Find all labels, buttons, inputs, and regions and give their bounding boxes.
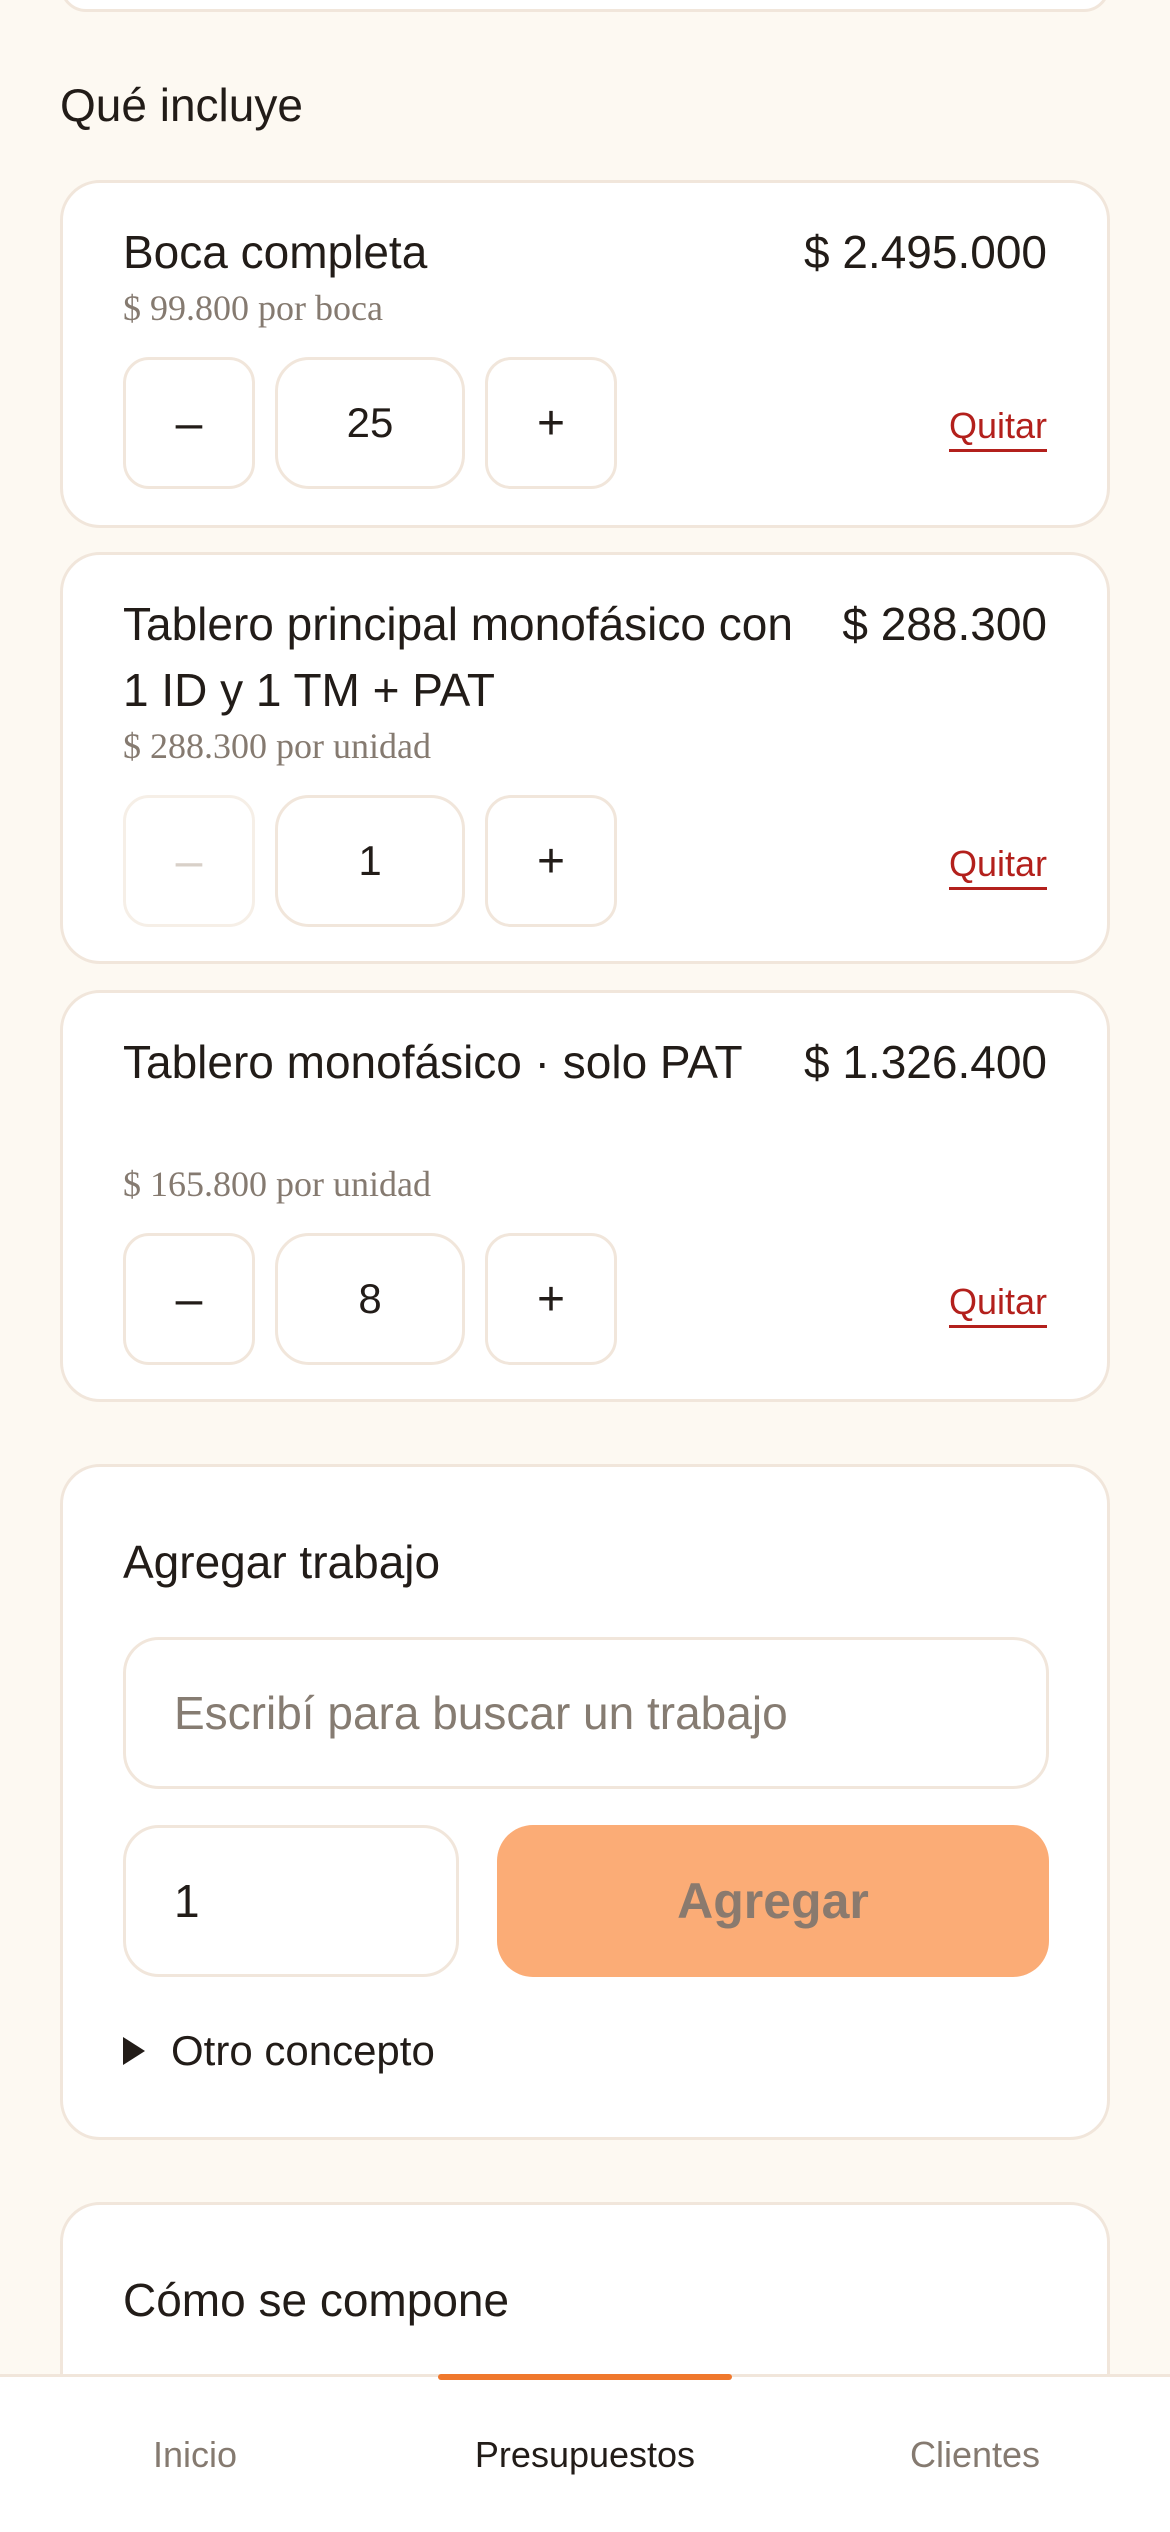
nav-tab-label: Presupuestos	[474, 2433, 696, 2475]
other-concept-label: Otro concepto	[171, 2027, 435, 2074]
active-tab-indicator	[438, 2374, 732, 2380]
remove-item-link[interactable]: Quitar	[948, 405, 1047, 452]
add-quantity-input[interactable]	[123, 1825, 459, 1977]
quantity-value[interactable]: 8	[275, 1233, 465, 1365]
decrement-button[interactable]: –	[123, 1233, 255, 1365]
nav-tab-presupuestos[interactable]: Presupuestos	[390, 2374, 780, 2532]
item-name: Tablero principal monofásico con 1 ID y …	[123, 598, 793, 716]
add-button[interactable]: Agregar	[497, 1825, 1049, 1977]
item-unit-price: $ 99.800 por boca	[123, 288, 383, 328]
item-name: Boca completa	[123, 226, 428, 278]
nav-tab-label: Inicio	[152, 2433, 238, 2475]
composition-title: Cómo se compone	[123, 2274, 510, 2326]
increment-button[interactable]: +	[485, 795, 617, 927]
item-card-tablero-solo-pat: Tablero monofásico · solo PAT $ 1.326.40…	[60, 990, 1110, 1402]
item-total: $ 288.300	[842, 598, 1047, 650]
item-unit-price: $ 165.800 por unidad	[123, 1164, 431, 1204]
increment-button[interactable]: +	[485, 357, 617, 489]
previous-card	[60, 0, 1110, 12]
add-job-card: Agregar trabajo Agregar Otro concepto	[60, 1464, 1110, 2140]
decrement-button[interactable]: –	[123, 357, 255, 489]
item-total: $ 1.326.400	[803, 1036, 1047, 1088]
item-total: $ 2.495.000	[803, 226, 1047, 278]
section-title: Qué incluye	[60, 79, 303, 131]
item-card-tablero-principal: Tablero principal monofásico con 1 ID y …	[60, 552, 1110, 964]
item-unit-price: $ 288.300 por unidad	[123, 726, 431, 766]
disclosure-triangle-icon	[123, 2037, 145, 2065]
remove-item-link[interactable]: Quitar	[948, 1281, 1047, 1328]
quantity-value[interactable]: 25	[275, 357, 465, 489]
add-job-title: Agregar trabajo	[123, 1536, 441, 1588]
other-concept-toggle[interactable]: Otro concepto	[123, 2027, 435, 2075]
increment-button[interactable]: +	[485, 1233, 617, 1365]
budget-editor-screen: Qué incluye Boca completa $ 2.495.000 $ …	[0, 0, 1170, 2532]
item-card-boca-completa: Boca completa $ 2.495.000 $ 99.800 por b…	[60, 180, 1110, 528]
bottom-nav: Inicio Presupuestos Clientes	[0, 2374, 1170, 2532]
nav-tab-clientes[interactable]: Clientes	[780, 2377, 1170, 2532]
nav-tab-inicio[interactable]: Inicio	[0, 2377, 390, 2532]
remove-item-link[interactable]: Quitar	[948, 843, 1047, 890]
nav-tab-label: Clientes	[909, 2433, 1041, 2475]
decrement-button[interactable]: –	[123, 795, 255, 927]
item-name: Tablero monofásico · solo PAT	[123, 1036, 743, 1088]
quantity-value[interactable]: 1	[275, 795, 465, 927]
job-search-input[interactable]	[123, 1637, 1049, 1789]
